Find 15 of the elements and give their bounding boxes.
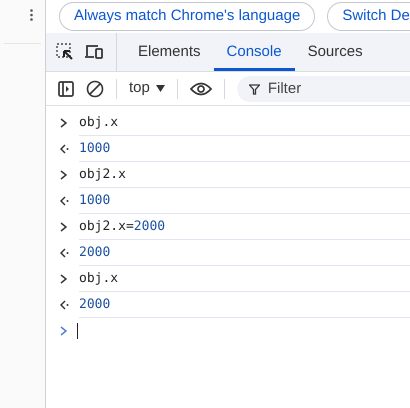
tab[interactable]: Sources: [294, 33, 376, 71]
banner-button[interactable]: Always match Chrome's language: [59, 2, 316, 31]
banner-button[interactable]: Switch De: [327, 2, 410, 31]
filter-field[interactable]: Filter: [236, 76, 410, 102]
context-dropdown[interactable]: top: [129, 77, 165, 100]
tab[interactable]: Console: [214, 33, 295, 71]
tab[interactable]: Elements: [125, 33, 214, 71]
result-text: 1000: [79, 192, 110, 210]
result-text: 2000: [79, 244, 110, 262]
command-text: obj2.x=2000: [79, 218, 166, 236]
command-text: obj.x: [79, 114, 118, 132]
command-text: obj.x: [79, 270, 118, 288]
result-text: 2000: [79, 296, 110, 314]
result-text: 1000: [79, 140, 110, 158]
command-text: obj2.x: [79, 166, 126, 184]
